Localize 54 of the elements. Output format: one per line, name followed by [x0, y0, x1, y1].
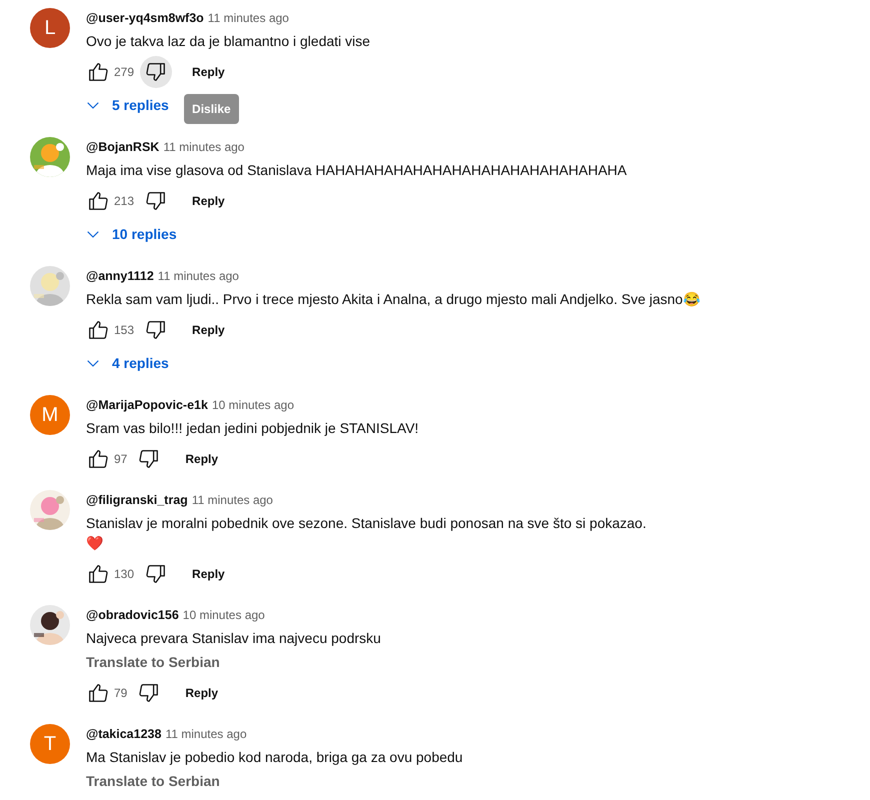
username[interactable]: @filigranski_trag: [86, 490, 188, 510]
dislike-button[interactable]: [140, 56, 172, 88]
comment-text: Rekla sam vam ljudi.. Prvo i trece mjesto Akita i Analna, a drugo mjesto mali Andjelko. Sve jasno😂: [86, 290, 700, 309]
reply-button[interactable]: Reply: [184, 186, 233, 216]
thumbs-up-icon: [87, 190, 109, 212]
timestamp[interactable]: 11 minutes ago: [163, 137, 244, 157]
timestamp[interactable]: 11 minutes ago: [158, 266, 239, 286]
avatar[interactable]: L: [30, 8, 70, 48]
username[interactable]: @anny1112: [86, 266, 154, 286]
thumbs-up-icon: [87, 319, 109, 341]
comment-text: Ovo je takva laz da je blamantno i gledati vise: [86, 32, 370, 51]
timestamp[interactable]: 11 minutes ago: [208, 8, 289, 28]
reply-button[interactable]: Reply: [184, 57, 233, 87]
username[interactable]: @MarijaPopovic-e1k: [86, 395, 208, 415]
thumbs-down-icon: [145, 61, 168, 83]
timestamp[interactable]: 11 minutes ago: [192, 490, 273, 510]
username[interactable]: @user-yq4sm8wf3o: [86, 8, 204, 28]
replies-toggle[interactable]: 5 replies: [84, 88, 169, 122]
like-count: 279: [114, 65, 134, 79]
thumbs-up-icon: [87, 563, 109, 585]
thumbs-down-icon: [145, 319, 168, 341]
thumbs-down-icon: [145, 190, 168, 212]
thumbs-up-icon: [87, 61, 109, 83]
username[interactable]: @takica1238: [86, 724, 162, 744]
translate-link[interactable]: Translate to Serbian: [86, 771, 220, 791]
timestamp[interactable]: 10 minutes ago: [212, 395, 294, 415]
thumbs-up-icon: [87, 448, 109, 470]
translate-link[interactable]: Translate to Serbian: [86, 652, 220, 672]
like-count: 130: [114, 567, 134, 581]
comment-text: Maja ima vise glasova od Stanislava HAHAHAHAHAHAHAHAHAHAHAHAHAHAHAHA: [86, 161, 627, 180]
comment-text: Ma Stanislav je pobedio kod naroda, briga ga za ovu pobedu: [86, 748, 463, 767]
thumbs-down-icon: [138, 682, 160, 704]
reply-button[interactable]: Reply: [177, 678, 226, 708]
replies-toggle[interactable]: 4 replies: [84, 346, 169, 380]
thumbs-down-icon: [138, 448, 160, 470]
comment-text: Najveca prevara Stanislav ima najvecu podrsku: [86, 629, 381, 648]
timestamp[interactable]: 11 minutes ago: [165, 724, 247, 744]
like-count: 213: [114, 194, 134, 208]
like-count: 153: [114, 323, 134, 337]
username[interactable]: @BojanRSK: [86, 137, 160, 157]
like-count: 97: [114, 452, 128, 466]
tooltip: Dislike: [184, 94, 239, 124]
reply-button[interactable]: Reply: [177, 444, 226, 474]
reply-button[interactable]: Reply: [184, 315, 233, 345]
reply-button[interactable]: Reply: [184, 559, 233, 589]
timestamp[interactable]: 10 minutes ago: [182, 605, 265, 625]
thumbs-up-icon: [87, 682, 109, 704]
username[interactable]: @obradovic156: [86, 605, 179, 625]
thumbs-down-icon: [145, 563, 168, 585]
like-count: 79: [114, 686, 128, 700]
replies-toggle[interactable]: 10 replies: [84, 217, 177, 251]
comment-text: Sram vas bilo!!! jedan jedini pobjednik je STANISLAV!: [86, 419, 419, 438]
comment-text: Stanislav je moralni pobednik ove sezone. Stanislave budi ponosan na sve što si pokazao.: [86, 514, 646, 533]
comment-text: ❤: [86, 534, 103, 553]
